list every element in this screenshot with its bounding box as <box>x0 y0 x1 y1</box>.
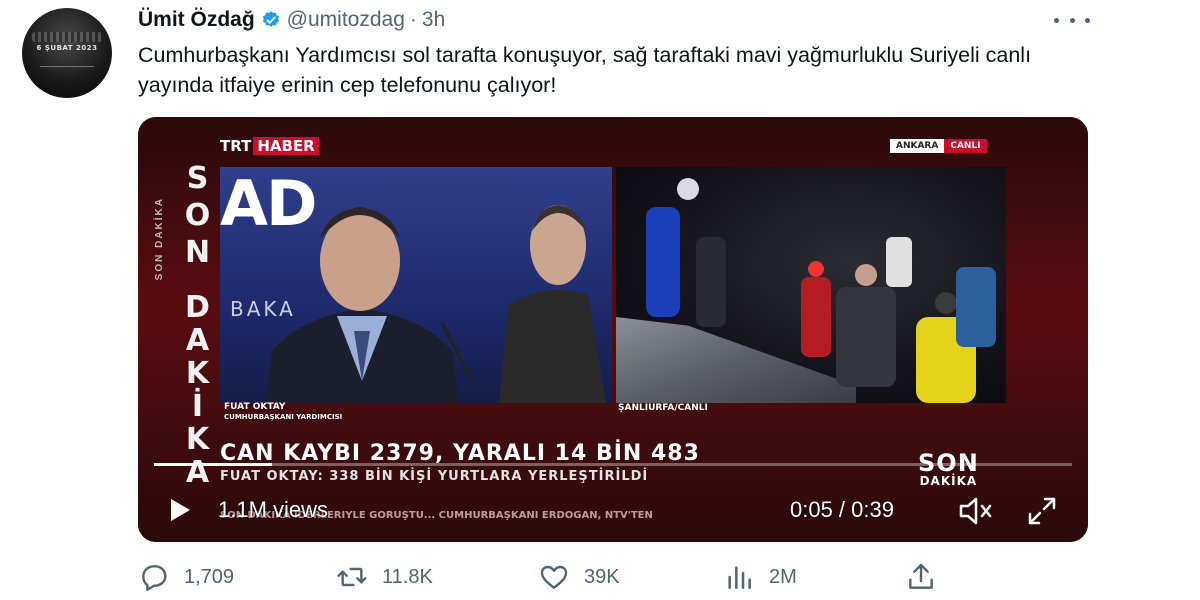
son-dakika-logo: SON DAKİKA <box>918 451 979 488</box>
location-live: CANLI <box>944 139 987 153</box>
views-count: 2M <box>769 565 797 588</box>
avatar-crowd-graphic <box>32 32 102 42</box>
video-progress-bar[interactable] <box>154 463 1072 466</box>
tweet-actions-bar: 1,709 11.8K 39K 2M <box>138 560 938 594</box>
views-action[interactable]: 2M <box>723 560 797 594</box>
avatar-date-text: 6 ŞUBAT 2023 <box>36 44 98 52</box>
news-subline: FUAT OKTAY: 338 BİN KİŞİ YURTLARA YERLEŞ… <box>220 469 649 484</box>
dakika-logo-text: DAKİKA <box>919 474 978 488</box>
trt-text: TRT <box>220 137 252 155</box>
retweet-icon <box>337 567 367 587</box>
left-feed-panel: AD BAKA <box>220 167 612 403</box>
volume-muted-icon[interactable] <box>958 495 994 527</box>
haber-text: HABER <box>253 137 319 155</box>
rescue-crowd-figures <box>646 178 996 403</box>
reply-count: 1,709 <box>184 565 235 588</box>
like-action[interactable]: 39K <box>538 560 620 594</box>
speaker-name: FUAT OKTAY <box>224 402 286 412</box>
video-timecode: 0:05 / 0:39 <box>790 497 894 522</box>
location-city: ANKARA <box>890 139 945 153</box>
trt-haber-logo: TRT HABER <box>220 137 319 155</box>
share-icon[interactable] <box>905 561 937 593</box>
analytics-icon <box>728 566 751 589</box>
heart-icon <box>540 565 568 589</box>
speaker-figure <box>264 207 474 403</box>
speaker-caption: FUAT OKTAY CUMHURBAŞKANI YARDIMCISI <box>224 402 342 421</box>
right-feed-panel <box>616 167 1006 403</box>
video-views-count: 1.1M views <box>218 497 329 522</box>
avatar-divider <box>40 66 94 67</box>
display-name[interactable]: Ümit Özdağ <box>138 8 255 32</box>
retweet-action[interactable]: 11.8K <box>336 560 433 594</box>
son-dakika-vertical: SON DAKİKA <box>180 161 222 488</box>
video-player[interactable]: SON DAKİKA SON DAKİKA TRT HABER ANKARA C… <box>138 117 1088 542</box>
user-handle[interactable]: @umitozdag <box>287 8 405 32</box>
news-ticker: SON DAKİKA İDERLERİYLE GÖRÜŞTÜ... CUMHUR… <box>220 510 653 521</box>
separator-dot: · <box>409 8 417 31</box>
right-feed-caption: ŞANLIURFA/CANLI <box>618 403 708 413</box>
like-count: 39K <box>584 565 620 588</box>
video-progress-fill <box>154 463 272 466</box>
retweet-count: 11.8K <box>382 565 433 588</box>
speaker-title: CUMHURBAŞKANI YARDIMCISI <box>224 413 343 421</box>
location-badge: ANKARA CANLI <box>890 139 987 153</box>
son-dakika-small-text: SON DAKİKA <box>154 197 165 281</box>
dakika-vertical-text: DAKİKA <box>180 290 215 488</box>
fullscreen-icon[interactable] <box>1026 495 1058 527</box>
tweet-header: Ümit Özdağ @umitozdag · 3h <box>138 4 445 36</box>
tweet-timestamp[interactable]: 3h <box>422 8 445 32</box>
reply-icon <box>142 565 167 591</box>
more-options-icon[interactable] <box>1054 10 1090 30</box>
play-icon[interactable] <box>164 495 194 525</box>
verified-badge-icon <box>262 11 279 27</box>
avatar[interactable]: 6 ŞUBAT 2023 <box>22 8 112 98</box>
tweet-text: Cumhurbaşkanı Yardımcısı sol tarafta kon… <box>138 43 1032 97</box>
son-vertical-text: SON <box>180 161 215 272</box>
reply-action[interactable]: 1,709 <box>138 560 234 594</box>
background-person-figure <box>499 205 606 403</box>
